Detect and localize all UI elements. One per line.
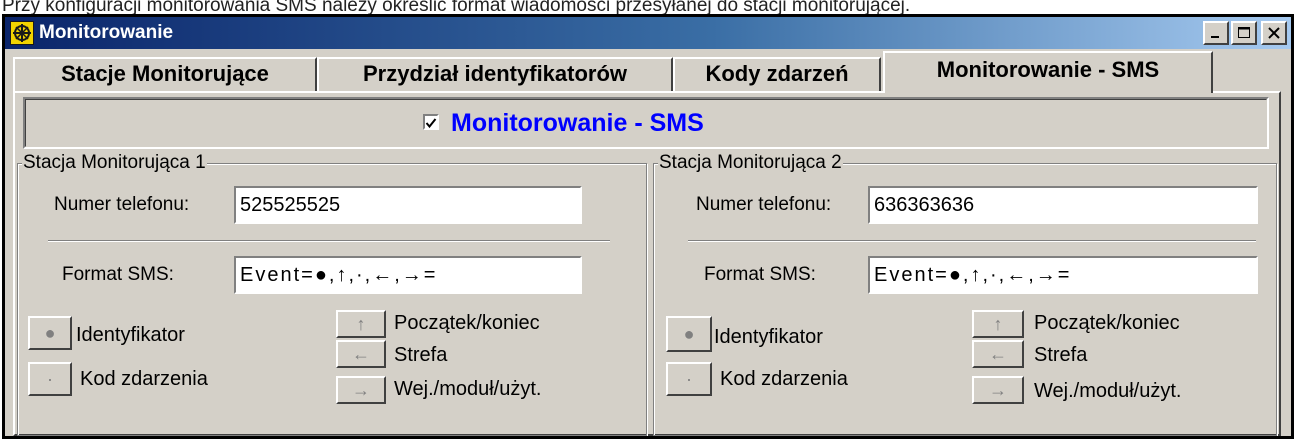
minimize-icon: [1211, 36, 1219, 38]
app-icon: [10, 21, 34, 45]
station-2-group: Stacja Monitorująca 2 Numer telefonu: Fo…: [653, 152, 1277, 436]
arrow-up-icon: ↑: [356, 313, 366, 334]
phone-number-label: Numer telefonu:: [54, 194, 190, 215]
sms-enable-checkbox[interactable]: [423, 114, 439, 130]
window-title: Monitorowanie: [39, 22, 174, 43]
start-end-button[interactable]: ↑: [972, 310, 1024, 338]
dot-icon: ●: [44, 322, 56, 343]
sms-format-input[interactable]: [234, 256, 582, 294]
identifier-button[interactable]: ●: [666, 316, 712, 352]
zone-label: Strefa: [394, 344, 448, 366]
tab-event-codes[interactable]: Kody zdarzeń: [673, 57, 881, 91]
monitoring-window: Monitorowanie Stacje Monitorujące Przydz…: [2, 14, 1294, 439]
maximize-icon: [1238, 27, 1250, 38]
sms-enable-bar: Monitorowanie - SMS: [23, 97, 1269, 149]
start-end-label: Początek/koniec: [394, 312, 540, 334]
zone-button[interactable]: ←: [972, 340, 1024, 368]
start-end-label: Początek/koniec: [1034, 312, 1180, 334]
sms-monitoring-panel: Monitorowanie - SMS Stacja Monitorująca …: [13, 91, 1281, 436]
sms-format-input[interactable]: [868, 256, 1258, 294]
arrow-left-icon: ←: [352, 343, 370, 364]
event-code-label: Kod zdarzenia: [720, 368, 848, 390]
input-module-user-label: Wej./moduł/użyt.: [1034, 380, 1182, 402]
station-1-group: Stacja Monitorująca 1 Numer telefonu: Fo…: [17, 152, 647, 436]
title-bar[interactable]: Monitorowanie: [5, 17, 1291, 49]
tab-identifier-assignment[interactable]: Przydział identyfikatorów: [317, 57, 673, 91]
arrow-right-icon: →: [352, 379, 370, 400]
input-module-user-button[interactable]: →: [336, 376, 386, 404]
tab-monitoring-stations[interactable]: Stacje Monitorujące: [13, 57, 317, 91]
identifier-label: Identyfikator: [76, 324, 185, 346]
zone-label: Strefa: [1034, 344, 1088, 366]
sms-enable-label[interactable]: Monitorowanie - SMS: [451, 109, 704, 137]
sms-format-label: Format SMS:: [62, 264, 174, 285]
divider: [688, 240, 1256, 242]
dot-icon: ●: [683, 323, 695, 344]
checkmark-icon: [425, 118, 437, 129]
small-dot-icon: ·: [47, 368, 53, 389]
input-module-user-label: Wej./moduł/użyt.: [394, 378, 542, 400]
tab-strip: Stacje Monitorujące Przydział identyfika…: [13, 51, 1283, 93]
station-1-title: Stacja Monitorująca 1: [22, 152, 207, 174]
close-icon: [1268, 27, 1280, 39]
event-code-button[interactable]: ·: [28, 362, 72, 396]
event-code-button[interactable]: ·: [666, 362, 712, 396]
phone-number-input[interactable]: [234, 186, 582, 224]
arrow-right-icon: →: [989, 379, 1007, 400]
arrow-up-icon: ↑: [993, 313, 1003, 334]
background-caption-text: Przy konfiguracji monitorowania SMS nale…: [2, 0, 911, 14]
zone-button[interactable]: ←: [336, 340, 386, 368]
station-2-title: Stacja Monitorująca 2: [658, 152, 843, 174]
arrow-left-icon: ←: [989, 343, 1007, 364]
input-module-user-button[interactable]: →: [972, 376, 1024, 404]
identifier-label: Identyfikator: [714, 326, 823, 348]
close-button[interactable]: [1261, 21, 1287, 45]
tab-sms-monitoring[interactable]: Monitorowanie - SMS: [883, 51, 1213, 93]
maximize-button[interactable]: [1231, 21, 1257, 45]
event-code-label: Kod zdarzenia: [80, 368, 208, 390]
minimize-button[interactable]: [1203, 21, 1229, 45]
phone-number-label: Numer telefonu:: [696, 194, 832, 215]
identifier-button[interactable]: ●: [28, 316, 72, 350]
start-end-button[interactable]: ↑: [336, 310, 386, 338]
phone-number-input[interactable]: [868, 186, 1258, 224]
sms-format-label: Format SMS:: [704, 264, 816, 285]
divider: [48, 240, 610, 242]
small-dot-icon: ·: [686, 368, 692, 389]
